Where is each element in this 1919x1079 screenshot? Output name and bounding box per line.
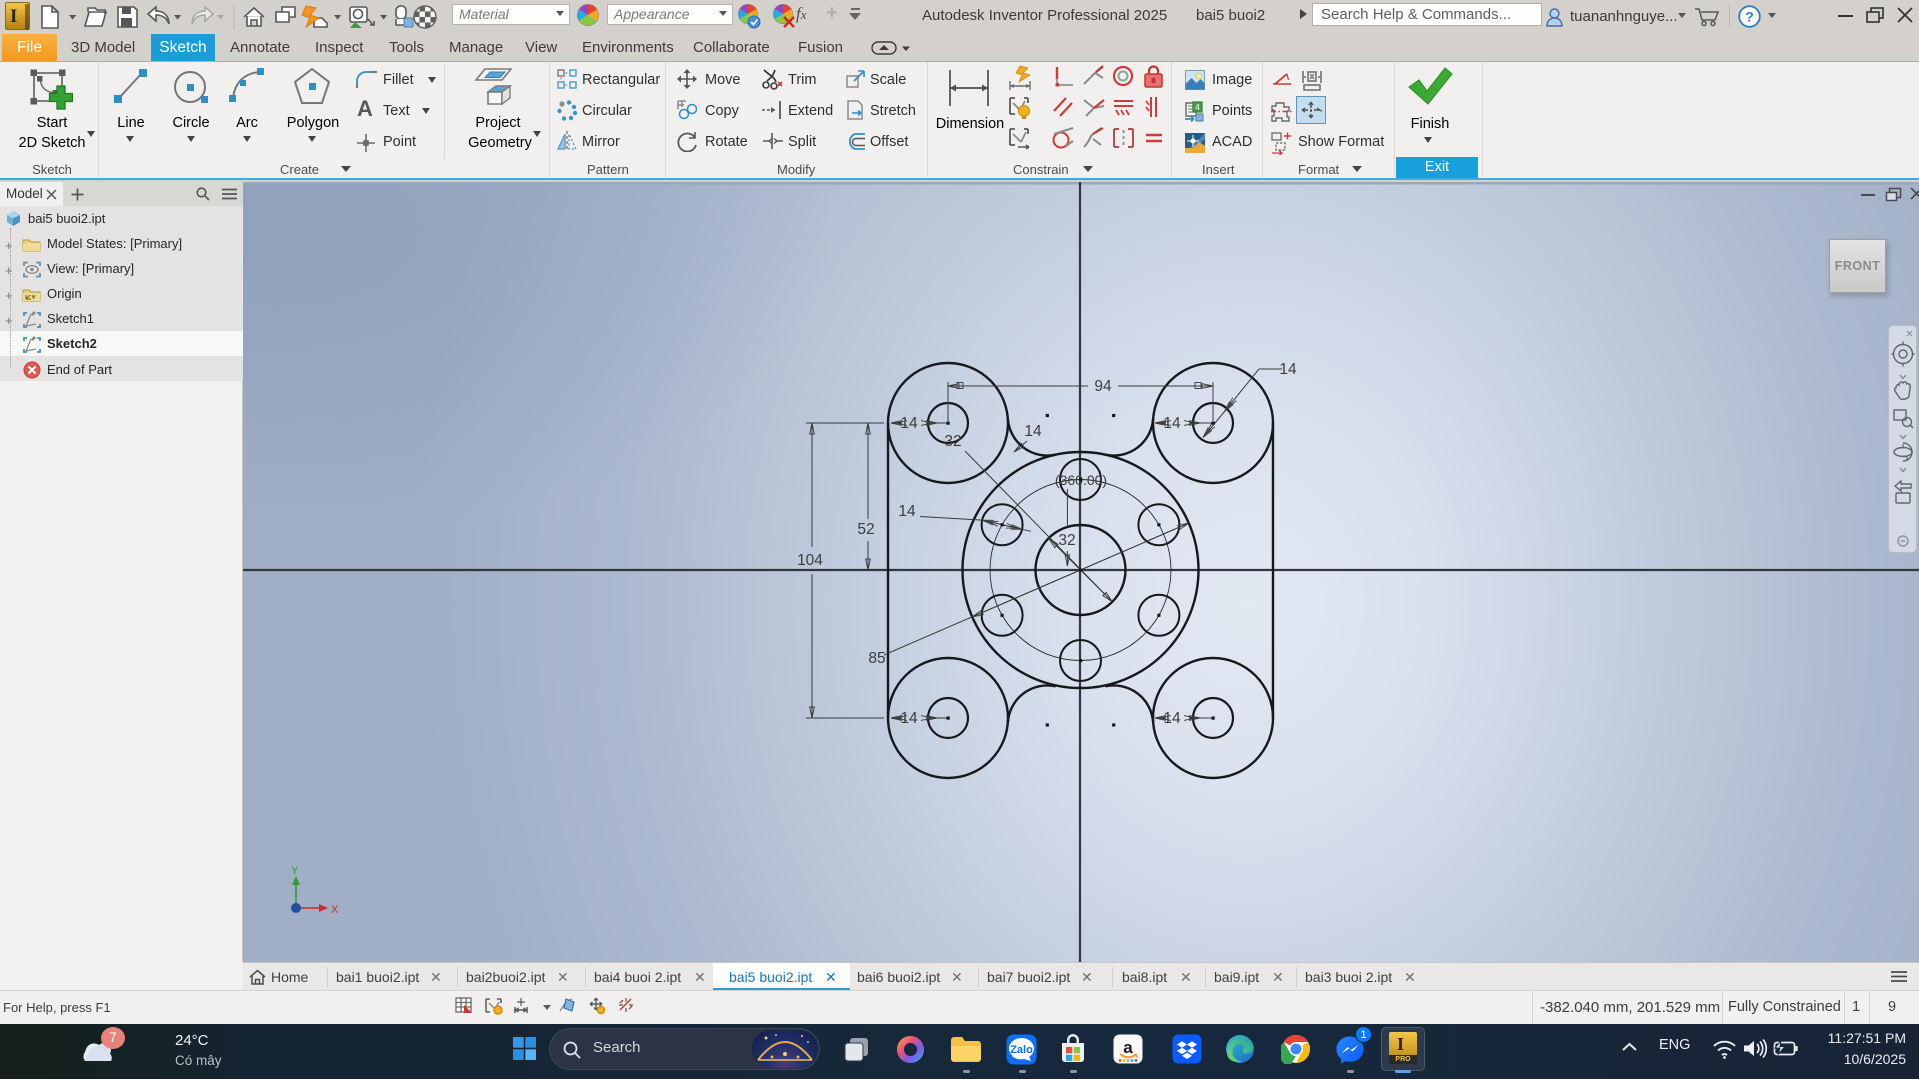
svg-text:14: 14 bbox=[1279, 361, 1297, 378]
svg-text:4: 4 bbox=[1195, 103, 1200, 112]
svg-text:14: 14 bbox=[1163, 415, 1181, 432]
svg-text:Y: Y bbox=[291, 865, 299, 877]
svg-text:14: 14 bbox=[900, 710, 918, 727]
svg-text:14: 14 bbox=[1024, 423, 1042, 440]
svg-text:Zalo: Zalo bbox=[1010, 1044, 1033, 1056]
svg-text:14: 14 bbox=[900, 415, 918, 432]
svg-text:a: a bbox=[1123, 1038, 1133, 1057]
svg-text:85: 85 bbox=[868, 650, 885, 667]
svg-text:14: 14 bbox=[1163, 710, 1181, 727]
svg-text:52: 52 bbox=[857, 521, 874, 538]
svg-text:14: 14 bbox=[898, 503, 916, 520]
svg-text:32: 32 bbox=[944, 433, 961, 450]
svg-text:X: X bbox=[331, 904, 339, 916]
svg-text:94: 94 bbox=[1094, 378, 1112, 395]
svg-text:?: ? bbox=[1745, 9, 1754, 25]
svg-text:104: 104 bbox=[797, 552, 823, 569]
svg-text:32: 32 bbox=[1058, 532, 1075, 549]
